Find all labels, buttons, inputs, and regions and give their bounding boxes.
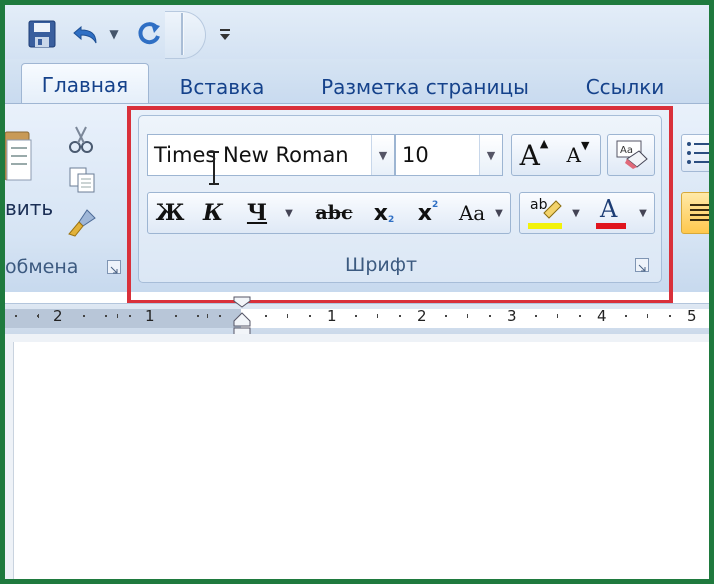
bullets-button[interactable] [681, 134, 709, 172]
tab-page-layout[interactable]: Разметка страницы [307, 69, 543, 105]
ruler-tick [287, 314, 288, 318]
ruler-label: 3 [507, 307, 517, 325]
format-painter-button[interactable] [65, 208, 99, 242]
tab-home[interactable]: Главная [21, 63, 149, 106]
ruler-label: 1 [327, 307, 337, 325]
copy-icon [69, 167, 95, 193]
ruler-dot [399, 315, 401, 317]
ruler-dot [355, 315, 357, 317]
ruler-dot [197, 315, 199, 317]
ruler-label: 5 [687, 307, 697, 325]
dialog-launcher-icon [110, 266, 118, 274]
ruler-dot [535, 315, 537, 317]
ruler-tick [377, 314, 378, 318]
ruler-tick [207, 314, 208, 318]
redo-button[interactable] [133, 15, 167, 53]
ruler-tick [38, 314, 39, 318]
ruler-dot [83, 315, 85, 317]
ruler-dot [219, 315, 221, 317]
qat-end-cap [165, 11, 206, 59]
clipboard-launcher[interactable] [107, 260, 121, 274]
undo-icon [73, 25, 97, 44]
ruler-dot [489, 315, 491, 317]
ruler-label: 4 [597, 307, 607, 325]
ruler-dot [445, 315, 447, 317]
ruler-text-area [241, 309, 709, 328]
document-area [5, 334, 709, 579]
first-line-indent-marker[interactable] [233, 296, 251, 308]
ruler-label: 1 [145, 307, 155, 325]
undo-button[interactable] [69, 15, 103, 53]
paste-label: вить [5, 196, 54, 220]
ruler-dot [669, 315, 671, 317]
customize-qat-icon [220, 29, 230, 40]
format-painter-icon [68, 209, 96, 237]
ruler-margin [5, 309, 241, 328]
ruler-tick [467, 314, 468, 318]
quick-access-toolbar: ▼ [5, 5, 709, 65]
align-justify-button[interactable] [681, 192, 709, 234]
ruler-dot [15, 315, 17, 317]
ruler-dot [105, 315, 107, 317]
copy-button[interactable] [67, 166, 99, 196]
paste-button[interactable]: вить [5, 126, 57, 226]
horizontal-ruler: 2 1 1 2 3 4 5 [5, 296, 709, 339]
document-page[interactable] [13, 342, 709, 579]
window-frame: ▼ Главная Вставка Разметка страницы Ссыл… [0, 0, 714, 584]
clipboard-group-label: обмена [5, 256, 79, 278]
save-icon [28, 20, 56, 48]
customize-qat-button[interactable] [213, 15, 237, 53]
scissors-icon [69, 126, 93, 153]
align-justify-icon [690, 204, 709, 221]
redo-icon [138, 22, 160, 45]
bullets-icon [687, 142, 709, 164]
ruler-dot [265, 315, 267, 317]
cut-button[interactable] [67, 124, 99, 154]
ruler-tick [557, 314, 558, 318]
ruler-label: 2 [53, 307, 63, 325]
ruler-dot [129, 315, 131, 317]
ribbon-tabs: Главная Вставка Разметка страницы Ссылки [5, 59, 709, 106]
tab-references[interactable]: Ссылки [573, 69, 677, 105]
tab-insert[interactable]: Вставка [169, 69, 275, 105]
qat-separator [181, 13, 184, 55]
paste-icon [5, 131, 32, 181]
ruler-dot [579, 315, 581, 317]
ruler-dot [309, 315, 311, 317]
ruler-label: 2 [417, 307, 427, 325]
ruler-dot [625, 315, 627, 317]
undo-dropdown[interactable]: ▼ [105, 15, 123, 53]
save-button[interactable] [23, 15, 61, 53]
ruler-dot [175, 315, 177, 317]
highlight-frame [127, 106, 673, 304]
ruler-tick [117, 314, 118, 318]
ruler-tick [647, 314, 648, 318]
